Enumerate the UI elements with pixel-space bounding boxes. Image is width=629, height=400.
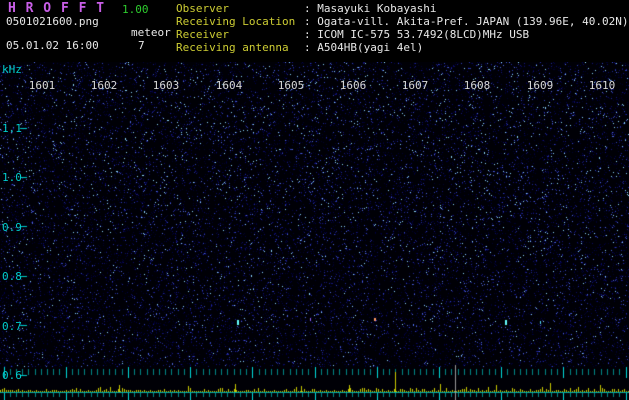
app-version: 1.00 (122, 3, 149, 16)
observation-datetime: 05.01.02 16:00 (6, 39, 99, 52)
freq-tick-label: 0.9 (2, 221, 22, 234)
time-tick-label: 1601 (28, 79, 56, 92)
time-tick-label: 1604 (215, 79, 243, 92)
freq-tick-label: 0.8 (2, 270, 22, 283)
receiving-antenna-row: Receiving antenna : A504HB(yagi 4el) (176, 42, 629, 55)
freq-tick-label: 1.1 (2, 122, 22, 135)
file-name: 0501021600.png (6, 15, 99, 28)
header: H R O F F T 1.00 0501021600.png meteor 0… (0, 0, 629, 62)
time-tick-label: 1602 (90, 79, 118, 92)
freq-axis-unit-label: kHz (2, 63, 22, 76)
spectrogram: kHz 1.1 1.0 0.9 0.8 0.7 0.6 1601 1602 16… (0, 62, 629, 400)
hrofft-screen: H R O F F T 1.00 0501021600.png meteor 0… (0, 0, 629, 400)
freq-tick-label: 0.6 (2, 369, 22, 382)
station-info: Observer : Masayuki Kobayashi Receiving … (176, 3, 629, 55)
observation-mode-label: meteor (131, 26, 171, 39)
time-tick-label: 1607 (401, 79, 429, 92)
freq-tick-label: 1.0 (2, 171, 22, 184)
freq-tick-label: 0.7 (2, 320, 22, 333)
app-title: H R O F F T (8, 1, 106, 16)
spectrogram-canvas (0, 62, 629, 400)
meteor-count: 7 (138, 39, 145, 52)
time-tick-label: 1609 (526, 79, 554, 92)
time-tick-label: 1608 (463, 79, 491, 92)
receiving-antenna-label: Receiving antenna (176, 41, 289, 54)
time-tick-label: 1605 (277, 79, 305, 92)
time-tick-label: 1603 (152, 79, 180, 92)
time-tick-label: 1606 (339, 79, 367, 92)
time-tick-label: 1610 (588, 79, 616, 92)
receiving-antenna-value: : A504HB(yagi 4el) (304, 41, 424, 54)
